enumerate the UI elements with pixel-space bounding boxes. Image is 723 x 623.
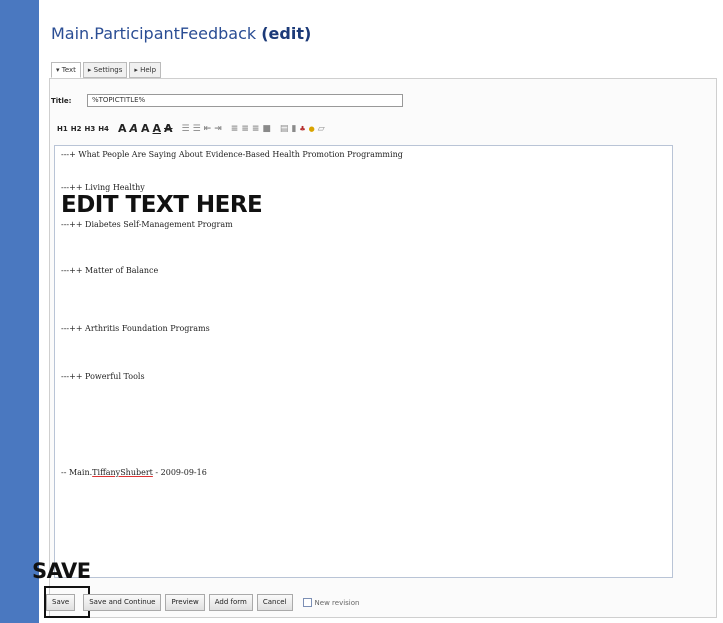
signature-name: TiffanyShubert bbox=[92, 468, 153, 477]
form-buttons: Save Save and Continue Preview Add form … bbox=[46, 594, 359, 611]
editor-line-heading: ---+ What People Are Saying About Eviden… bbox=[61, 150, 403, 159]
new-revision-checkbox[interactable] bbox=[302, 598, 312, 607]
edit-text-annotation: EDIT TEXT HERE bbox=[61, 192, 263, 218]
anchor-icon[interactable]: ♣ bbox=[299, 125, 305, 133]
editor-line-living-healthy: ---++ Living Healthy bbox=[61, 183, 145, 192]
paste-icon[interactable]: ▤ bbox=[280, 124, 289, 134]
italic-icon[interactable]: A bbox=[129, 122, 138, 135]
cancel-button[interactable]: Cancel bbox=[256, 594, 293, 611]
editor-tabs: ▾ Text ▸ Settings ▸ Help bbox=[51, 62, 162, 78]
save-button[interactable]: Save bbox=[46, 594, 76, 611]
align-right-icon[interactable]: ≡ bbox=[252, 124, 260, 134]
save-annotation: SAVE bbox=[32, 559, 91, 583]
heading2-button[interactable]: H2 bbox=[71, 125, 82, 133]
bullet-list-icon[interactable]: ☰ bbox=[182, 124, 190, 134]
editor-line-balance: ---++ Matter of Balance bbox=[61, 266, 159, 275]
align-left-icon[interactable]: ≡ bbox=[231, 124, 239, 134]
page-title: Main.ParticipantFeedback (edit) bbox=[51, 24, 311, 43]
underline-icon[interactable]: A bbox=[152, 122, 161, 135]
title-field-input[interactable]: %TOPICTITLE% bbox=[87, 94, 403, 107]
edit-page: Main.ParticipantFeedback (edit) ▾ Text ▸… bbox=[39, 0, 723, 623]
page-title-edit: (edit) bbox=[261, 24, 312, 43]
editor-line-arthritis: ---++ Arthritis Foundation Programs bbox=[61, 324, 210, 333]
indent-icon[interactable]: ⇥ bbox=[214, 124, 222, 134]
strikethrough-icon[interactable]: A bbox=[164, 122, 173, 135]
new-revision-label: New revision bbox=[314, 598, 360, 607]
outdent-icon[interactable]: ⇤ bbox=[204, 124, 212, 134]
tab-text[interactable]: ▾ Text bbox=[51, 62, 81, 78]
bold-alt-icon[interactable]: A bbox=[141, 122, 150, 135]
left-sidebar-bar bbox=[0, 0, 39, 623]
page-title-topic: Main.ParticipantFeedback bbox=[51, 24, 257, 43]
tab-settings[interactable]: ▸ Settings bbox=[82, 62, 128, 78]
heading4-button[interactable]: H4 bbox=[98, 125, 109, 133]
signature-date: - 2009-09-16 bbox=[152, 468, 207, 477]
editor-line-signature: -- Main.TiffanyShubert - 2009-09-16 bbox=[61, 468, 207, 477]
heading1-button[interactable]: H1 bbox=[57, 125, 68, 133]
justify-icon[interactable]: ■ bbox=[262, 124, 271, 134]
numbered-list-icon[interactable]: ☰ bbox=[193, 124, 201, 134]
signature-prefix: -- Main. bbox=[61, 468, 93, 477]
title-field-label: Title: bbox=[51, 96, 72, 105]
globe-icon[interactable]: ● bbox=[309, 125, 315, 133]
preview-button[interactable]: Preview bbox=[165, 594, 205, 611]
align-center-icon[interactable]: ≡ bbox=[241, 124, 249, 134]
save-and-continue-button[interactable]: Save and Continue bbox=[83, 594, 162, 611]
formatting-toolbar: H1 H2 H3 H4 A A A A A ☰ ☰ ⇤ ⇥ ≡ ≡ ≡ ■ ▤ … bbox=[57, 122, 325, 135]
image-icon[interactable]: ▱ bbox=[318, 124, 325, 134]
add-form-button[interactable]: Add form bbox=[208, 594, 253, 611]
heading3-button[interactable]: H3 bbox=[84, 125, 95, 133]
editor-line-powerful-tools: ---++ Powerful Tools bbox=[61, 372, 145, 381]
new-revision-option[interactable]: New revision bbox=[302, 598, 360, 607]
link-icon[interactable]: ▮ bbox=[291, 124, 296, 134]
bold-icon[interactable]: A bbox=[118, 122, 127, 135]
title-field-row: Title: %TOPICTITLE% bbox=[51, 94, 403, 107]
tab-help[interactable]: ▸ Help bbox=[129, 62, 162, 78]
editor-line-diabetes: ---++ Diabetes Self-Management Program bbox=[61, 220, 233, 229]
